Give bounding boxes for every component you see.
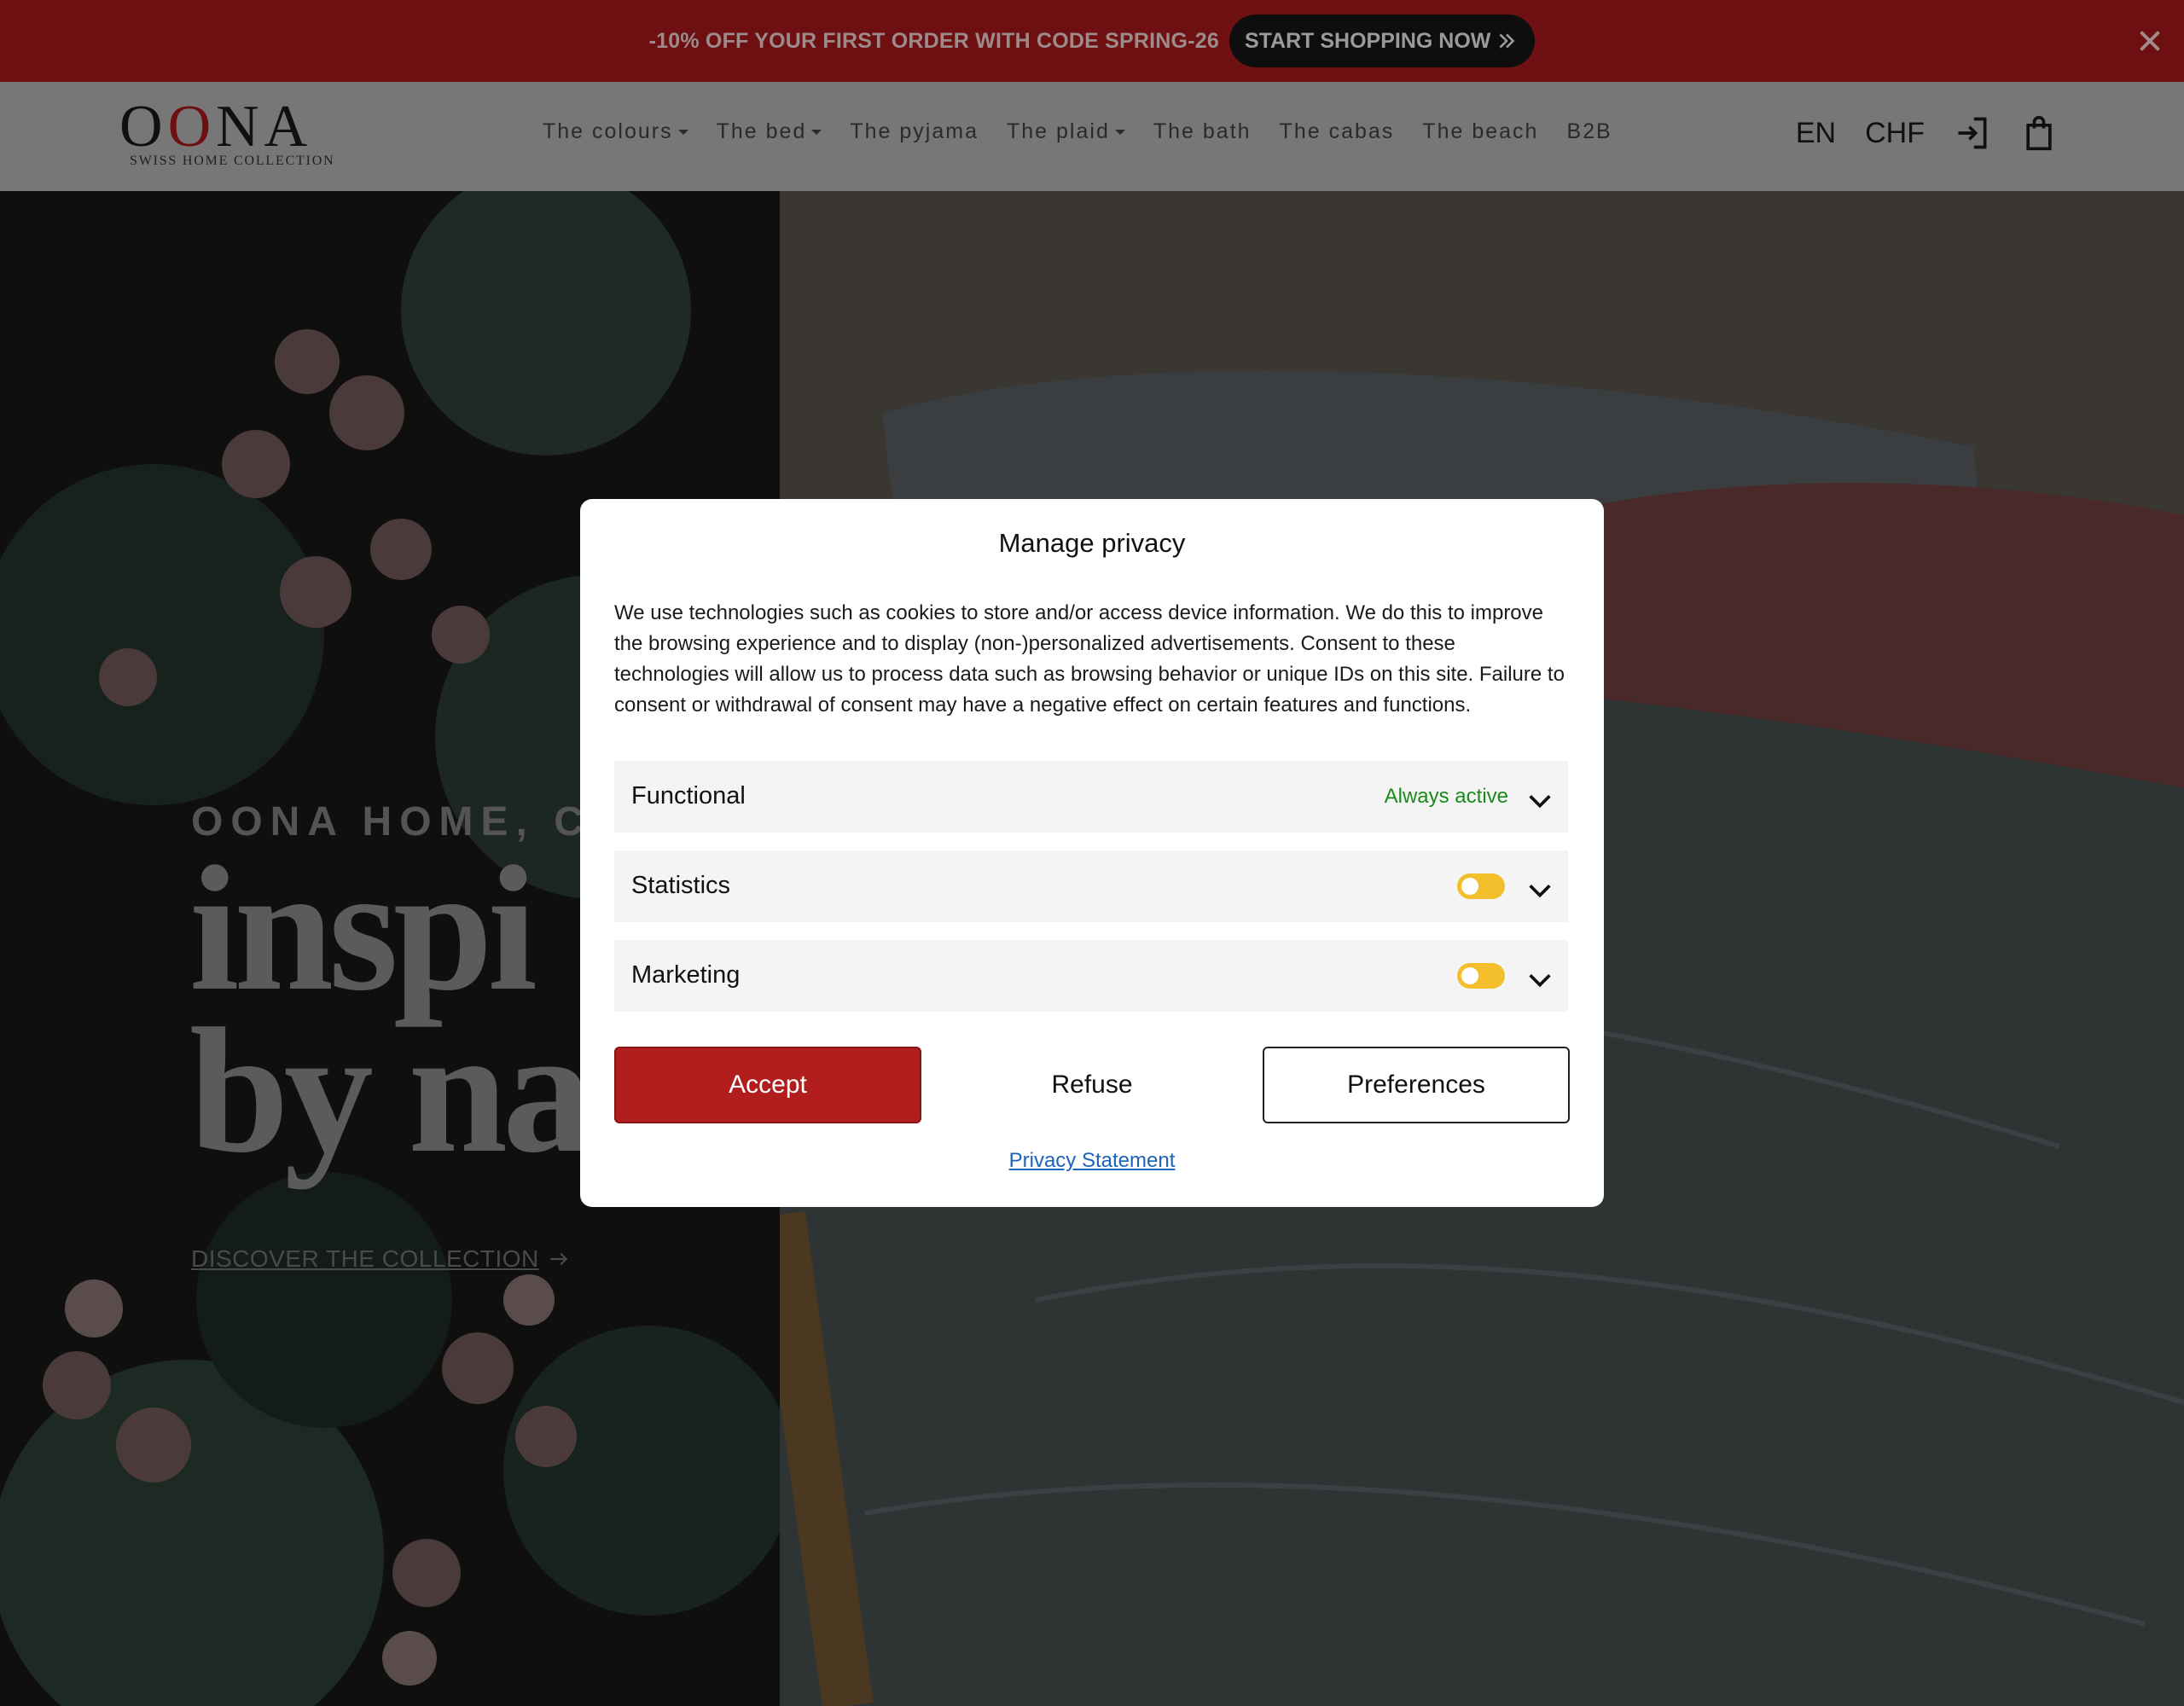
accept-button[interactable]: Accept	[614, 1047, 921, 1123]
privacy-dialog: Manage privacy We use technologies such …	[580, 499, 1604, 1207]
category-label: Statistics	[631, 872, 731, 899]
preferences-button[interactable]: Preferences	[1263, 1047, 1570, 1123]
chevron-down-icon[interactable]	[1525, 876, 1554, 905]
always-active-badge: Always active	[1384, 785, 1508, 808]
modal-overlay: Manage privacy We use technologies such …	[0, 0, 2184, 1706]
chevron-down-icon[interactable]	[1525, 966, 1554, 995]
marketing-toggle[interactable]	[1457, 963, 1505, 989]
privacy-statement-link[interactable]: Privacy Statement	[580, 1149, 1604, 1173]
category-statistics[interactable]: Statistics	[614, 850, 1568, 922]
statistics-toggle[interactable]	[1457, 873, 1505, 899]
dialog-title: Manage privacy	[998, 528, 1186, 558]
category-label: Marketing	[631, 961, 741, 989]
dialog-description: We use technologies such as cookies to s…	[614, 601, 1565, 717]
chevron-down-icon[interactable]	[1525, 786, 1554, 815]
category-label: Functional	[631, 782, 746, 809]
refuse-button[interactable]: Refuse	[938, 1047, 1246, 1123]
category-marketing[interactable]: Marketing	[614, 940, 1568, 1012]
category-functional[interactable]: Functional Always active	[614, 761, 1568, 833]
